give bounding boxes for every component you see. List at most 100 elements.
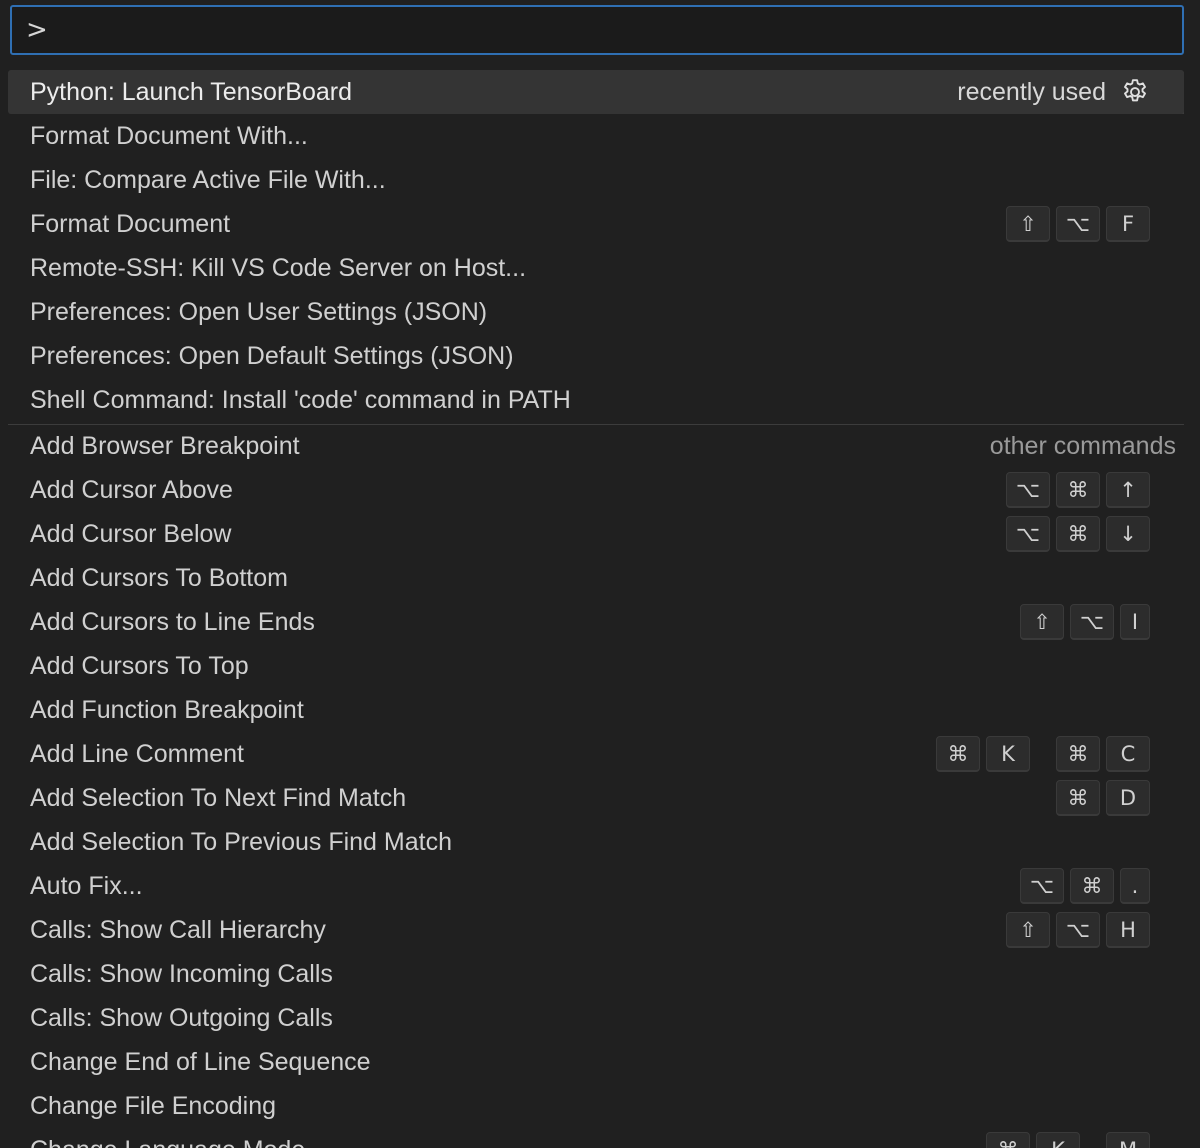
command-list: Python: Launch TensorBoard recently used F…	[8, 70, 1184, 1148]
command-label: Calls: Show Outgoing Calls	[30, 1003, 333, 1032]
command-item-add-cursors-to-line-ends[interactable]: Add Cursors to Line Ends ⇧ ⌥ I	[8, 600, 1184, 644]
command-label: Shell Command: Install 'code' command in…	[30, 385, 571, 414]
command-item-calls-show-call-hierarchy[interactable]: Calls: Show Call Hierarchy ⇧ ⌥ H	[8, 908, 1184, 952]
command-label: Preferences: Open Default Settings (JSON…	[30, 341, 514, 370]
option-key: ⌥	[1006, 516, 1050, 552]
gear-icon[interactable]	[1120, 77, 1150, 107]
option-key: ⌥	[1020, 868, 1064, 904]
command-item-right: ⌥ ⌘ ↓	[1006, 516, 1150, 552]
other-commands-label: other commands	[989, 432, 1176, 460]
command-label: Change End of Line Sequence	[30, 1047, 371, 1076]
command-item-add-cursors-to-top[interactable]: Add Cursors To Top	[8, 644, 1184, 688]
command-label: Calls: Show Call Hierarchy	[30, 915, 326, 944]
command-label: Format Document With...	[30, 121, 308, 150]
command-item-right: ⌥ ⌘ ↑	[1006, 472, 1150, 508]
keybinding: ⇧ ⌥ F	[1006, 206, 1150, 242]
command-item-right: ⇧ ⌥ H	[1006, 912, 1150, 948]
keybinding: ⌥ ⌘.	[1020, 868, 1150, 904]
command-item-calls-show-outgoing-calls[interactable]: Calls: Show Outgoing Calls	[8, 996, 1184, 1040]
command-item-right: ⌘ K ⌘ C	[936, 736, 1150, 772]
command-item-python-launch-tensorboard[interactable]: Python: Launch TensorBoard recently used	[8, 70, 1184, 114]
command-label: Remote-SSH: Kill VS Code Server on Host.…	[30, 253, 527, 282]
command-label: Change Language Mode	[30, 1136, 305, 1148]
command-item-add-selection-to-previous-find-match[interactable]: Add Selection To Previous Find Match	[8, 820, 1184, 864]
keybinding: ⇧ ⌥ H	[1006, 912, 1150, 948]
command-input[interactable]	[26, 15, 1182, 45]
keybinding: ⇧ ⌥ I	[1020, 604, 1150, 640]
command-label: Add Selection To Previous Find Match	[30, 827, 452, 856]
command-item-add-cursor-below[interactable]: Add Cursor Below ⌥ ⌘ ↓	[8, 512, 1184, 556]
command-key: ⌘	[986, 1132, 1030, 1148]
command-label: Add Cursor Above	[30, 475, 233, 504]
command-key: ⌘	[1056, 472, 1100, 508]
recently-used-label: recently used	[957, 77, 1106, 106]
key-f: F	[1106, 206, 1150, 242]
shift-key: ⇧	[1006, 206, 1050, 242]
command-item-right: ⇧ ⌥ F	[1006, 206, 1150, 242]
period-key: .	[1120, 868, 1150, 904]
option-key: ⌥	[1006, 472, 1050, 508]
command-label: Format Document	[30, 209, 231, 238]
command-label: Add Cursors to Line Ends	[30, 607, 315, 636]
down-arrow-key: ↓	[1106, 516, 1150, 552]
command-item-right: recently used	[957, 77, 1150, 107]
command-item-file-compare-active-file-with[interactable]: File: Compare Active File With...	[8, 158, 1184, 202]
keybinding: ⌘ K ⌘ C	[936, 736, 1150, 772]
key-k: K	[1036, 1132, 1080, 1148]
command-item-add-selection-to-next-find-match[interactable]: Add Selection To Next Find Match ⌘ D	[8, 776, 1184, 820]
command-label: Add Browser Breakpoint	[30, 432, 300, 460]
key-h: H	[1106, 912, 1150, 948]
command-label: Add Function Breakpoint	[30, 695, 304, 724]
command-item-shell-command-install-code-command-in-path[interactable]: Shell Command: Install 'code' command in…	[8, 378, 1184, 422]
command-label: Calls: Show Incoming Calls	[30, 959, 333, 988]
command-label: Add Cursors To Bottom	[30, 563, 288, 592]
command-label: Add Line Comment	[30, 739, 245, 768]
command-key: ⌘	[1056, 780, 1100, 816]
command-item-preferences-open-user-settings-json[interactable]: Preferences: Open User Settings (JSON)	[8, 290, 1184, 334]
command-key: ⌘	[1056, 516, 1100, 552]
key-i: I	[1120, 604, 1150, 640]
shift-key: ⇧	[1006, 912, 1050, 948]
command-input-box[interactable]	[10, 5, 1184, 55]
command-label: Change File Encoding	[30, 1091, 276, 1120]
option-key: ⌥	[1056, 912, 1100, 948]
key-k: K	[986, 736, 1030, 772]
command-item-right: ⌘ D	[1056, 780, 1150, 816]
command-key: ⌘	[1070, 868, 1114, 904]
command-item-format-document[interactable]: Format Document ⇧ ⌥ F	[8, 202, 1184, 246]
key-m: M	[1106, 1132, 1150, 1148]
keybinding: ⌥ ⌘ ↓	[1006, 516, 1150, 552]
up-arrow-key: ↑	[1106, 472, 1150, 508]
command-item-add-cursor-above[interactable]: Add Cursor Above ⌥ ⌘ ↑	[8, 468, 1184, 512]
keybinding: ⌘ D	[1056, 780, 1150, 816]
keybinding: ⌘ K M	[986, 1132, 1150, 1148]
key-c: C	[1106, 736, 1150, 772]
command-item-add-line-comment[interactable]: Add Line Comment ⌘ K ⌘ C	[8, 732, 1184, 776]
command-item-add-cursors-to-bottom[interactable]: Add Cursors To Bottom	[8, 556, 1184, 600]
command-item-auto-fix[interactable]: Auto Fix... ⌥ ⌘.	[8, 864, 1184, 908]
command-item-change-language-mode[interactable]: Change Language Mode ⌘ K M	[8, 1128, 1184, 1148]
command-label: Add Selection To Next Find Match	[30, 783, 407, 812]
command-item-right: ⌘ K M	[986, 1132, 1150, 1148]
command-item-format-document-with[interactable]: Format Document With...	[8, 114, 1184, 158]
command-item-add-browser-breakpoint[interactable]: Add Browser Breakpoint other commands	[8, 424, 1184, 468]
command-item-change-end-of-line-sequence[interactable]: Change End of Line Sequence	[8, 1040, 1184, 1084]
shift-key: ⇧	[1020, 604, 1064, 640]
command-item-change-file-encoding[interactable]: Change File Encoding	[8, 1084, 1184, 1128]
command-label: Add Cursor Below	[30, 519, 232, 548]
command-label: Preferences: Open User Settings (JSON)	[30, 297, 488, 326]
command-label: Auto Fix...	[30, 871, 143, 900]
command-item-calls-show-incoming-calls[interactable]: Calls: Show Incoming Calls	[8, 952, 1184, 996]
option-key: ⌥	[1070, 604, 1114, 640]
option-key: ⌥	[1056, 206, 1100, 242]
command-item-remote-ssh-kill-vs-code-server-on-host[interactable]: Remote-SSH: Kill VS Code Server on Host.…	[8, 246, 1184, 290]
command-item-right: other commands	[964, 432, 1176, 461]
keybinding: ⌥ ⌘ ↑	[1006, 472, 1150, 508]
command-key: ⌘	[936, 736, 980, 772]
command-item-right: ⌥ ⌘.	[1020, 868, 1150, 904]
command-item-right: ⇧ ⌥ I	[1020, 604, 1150, 640]
command-item-preferences-open-default-settings-json[interactable]: Preferences: Open Default Settings (JSON…	[8, 334, 1184, 378]
command-label: File: Compare Active File With...	[30, 165, 386, 194]
command-item-add-function-breakpoint[interactable]: Add Function Breakpoint	[8, 688, 1184, 732]
command-key: ⌘	[1056, 736, 1100, 772]
